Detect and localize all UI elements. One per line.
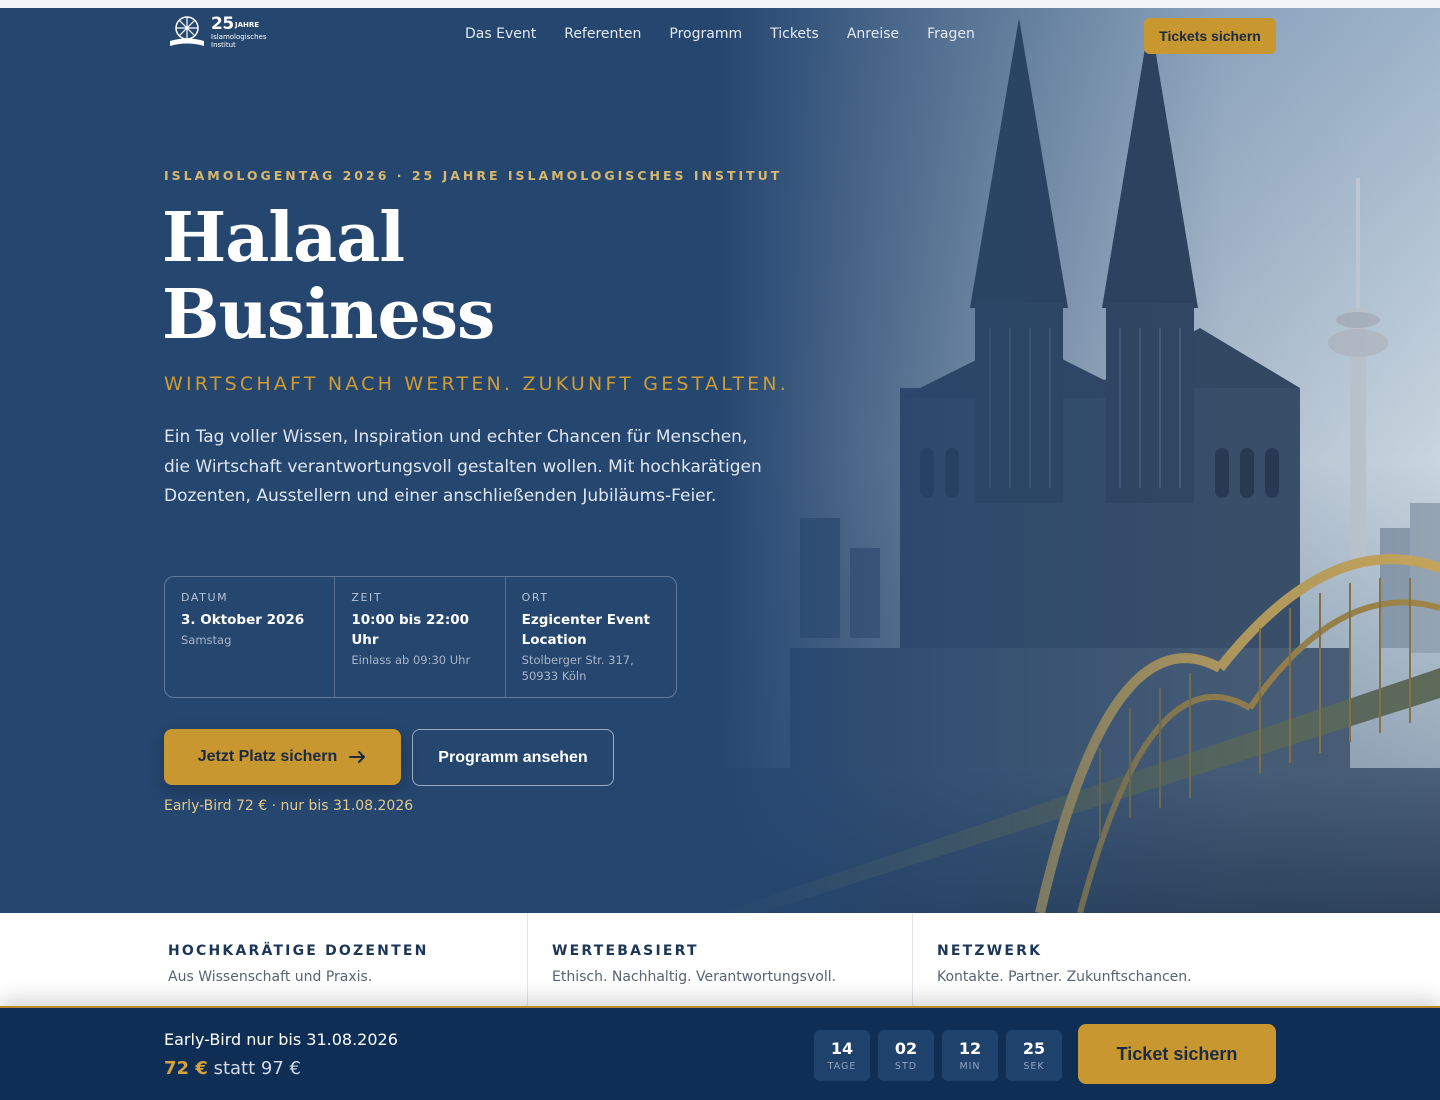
info-place-label: ORT [521,591,549,604]
reserve-seat-label: Jetzt Platz sichern [197,748,338,765]
nav-links: Das Event Referenten Programm Tickets An… [465,26,975,42]
info-place: ORT Ezgicenter Event Location Stolberger… [506,577,676,697]
nav-link-referenten[interactable]: Referenten [564,26,641,42]
feature-title: WERTEBASIERT [552,943,699,959]
nav-link-fragen[interactable]: Fragen [927,26,975,42]
feature-wertebasiert: WERTEBASIERT Ethisch. Nachhaltig. Verant… [552,913,836,1008]
view-program-button[interactable]: Programm ansehen [412,729,614,786]
countdown-label: STD [894,1061,918,1072]
countdown-value: 25 [1022,1039,1046,1058]
price-old: statt 97 € [213,1058,301,1079]
feature-text: Ethisch. Nachhaltig. Verantwortungsvoll. [552,969,837,985]
nav-link-programm[interactable]: Programm [669,26,742,42]
nav-link-anreise[interactable]: Anreise [847,26,899,42]
hero-intro: Ein Tag voller Wissen, Inspiration und e… [164,427,762,506]
hero-eyebrow: ISLAMOLOGENTAG 2026 · 25 JAHRE ISLAMOLOG… [164,168,783,183]
nav-link-tickets[interactable]: Tickets [770,26,819,42]
logo-emblem-icon [170,16,204,46]
sticky-ticket-bar: Early-Bird nur bis 31.08.2026 72 € statt… [0,1006,1440,1100]
arrow-right-icon [349,751,366,763]
sticky-ticket-button[interactable]: Ticket sichern [1078,1024,1276,1084]
info-place-value: Ezgicenter Event Location [521,612,651,648]
sticky-title: Early-Bird nur bis 31.08.2026 [164,1030,398,1049]
countdown-seconds: 25 SEK [1006,1030,1062,1081]
info-date: DATUM 3. Oktober 2026 Samstag [165,577,336,697]
event-info-box: DATUM 3. Oktober 2026 Samstag ZEIT 10:00… [164,576,677,698]
countdown-days: 14 TAGE [814,1030,870,1081]
nav-tickets-button[interactable]: Tickets sichern [1144,18,1276,54]
feature-title: HOCHKARÄTIGE DOZENTEN [168,943,429,959]
nav-link-das-event[interactable]: Das Event [465,26,536,42]
info-date-sub: Samstag [181,633,232,647]
hero-tagline: WIRTSCHAFT NACH WERTEN. ZUKUNFT GESTALTE… [164,373,790,395]
info-time-value: 10:00 bis 22:00 Uhr [351,612,469,648]
countdown-minutes: 12 MIN [942,1030,998,1081]
feature-netzwerk: NETZWERK Kontakte. Partner. Zukunftschan… [937,913,1192,1008]
features-strip: HOCHKARÄTIGE DOZENTEN Aus Wissenschaft u… [0,913,1440,1008]
institute-logo[interactable]: 25 JAHRE Islamologisches Institut [167,14,267,50]
hero-title-line2: Business [162,275,495,355]
feature-text: Kontakte. Partner. Zukunftschancen. [937,969,1192,985]
countdown-value: 02 [894,1039,918,1058]
logo-jahre: JAHRE [235,21,260,29]
feature-divider [912,913,913,1008]
hero-title: Halaal Business [162,198,495,355]
info-time-label: ZEIT [351,591,383,604]
feature-dozenten: HOCHKARÄTIGE DOZENTEN Aus Wissenschaft u… [168,913,429,1008]
browser-top-strip [0,0,1440,8]
countdown-value: 12 [958,1039,982,1058]
sticky-price: 72 € statt 97 € [164,1058,301,1079]
info-date-value: 3. Oktober 2026 [181,612,305,628]
countdown-label: TAGE [827,1061,857,1072]
countdown-label: MIN [959,1061,981,1072]
info-place-sub: Stolberger Str. 317, 50933 Köln [521,653,634,683]
early-bird-note: Early-Bird 72 € · nur bis 31.08.2026 [164,798,414,814]
price-now: 72 € [164,1058,208,1079]
reserve-seat-button[interactable]: Jetzt Platz sichern [164,729,401,785]
countdown-label: SEK [1023,1061,1045,1072]
main-navigation: 25 JAHRE Islamologisches Institut Das Ev… [0,8,1440,64]
feature-divider [527,913,528,1008]
hero-title-line1: Halaal [162,198,405,278]
countdown-value: 14 [830,1039,854,1058]
logo-institute: Islamologisches Institut [211,33,267,49]
info-time-sub: Einlass ab 09:30 Uhr [351,653,471,667]
feature-title: NETZWERK [937,943,1043,959]
info-time: ZEIT 10:00 bis 22:00 Uhr Einlass ab 09:3… [335,577,506,697]
countdown-hours: 02 STD [878,1030,934,1081]
info-date-label: DATUM [181,591,229,604]
logo-number: 25 [211,14,234,34]
feature-text: Aus Wissenschaft und Praxis. [168,969,373,985]
